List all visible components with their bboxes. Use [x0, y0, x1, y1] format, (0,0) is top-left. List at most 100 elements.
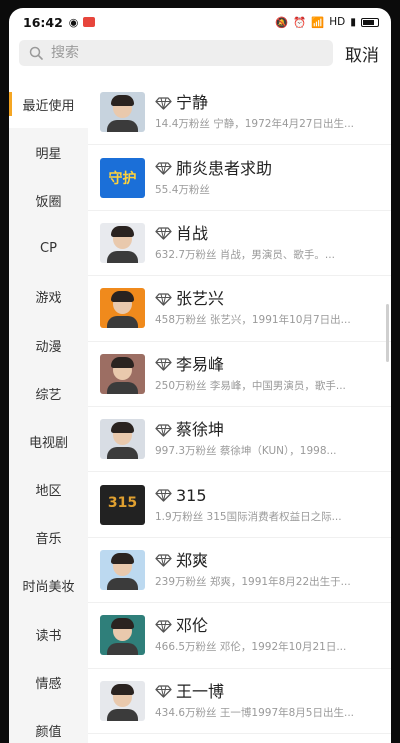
- item-title: 315: [176, 485, 207, 505]
- item-description: 434.6万粉丝 王一博1997年8月5日出生...: [155, 706, 354, 719]
- item-title: 宁静: [176, 93, 209, 113]
- sidebar-item-3[interactable]: CP: [9, 225, 88, 273]
- list-item[interactable]: 张艺兴 458万粉丝 张艺兴，1991年10月7日出...: [88, 276, 391, 342]
- diamond-icon: [155, 97, 172, 110]
- item-title-row: 肖战: [155, 224, 375, 244]
- diamond-icon: [155, 423, 172, 437]
- sidebar-item-8[interactable]: 地区: [9, 466, 88, 514]
- item-description: 458万粉丝 张艺兴，1991年10月7日出...: [155, 314, 351, 327]
- sidebar-item-label: 地区: [35, 484, 62, 500]
- item-title: 张艺兴: [176, 289, 225, 309]
- avatar: [100, 680, 145, 721]
- sidebar-item-6[interactable]: 综艺: [9, 369, 88, 417]
- diamond-icon: [155, 554, 172, 568]
- list-item[interactable]: 王一博 434.6万粉丝 王一博1997年8月5日出生...: [88, 669, 391, 734]
- list-item[interactable]: 郑爽 239万粉丝 郑爽，1991年8月22出生于...: [88, 538, 391, 604]
- sidebar-item-1[interactable]: 明星: [9, 128, 88, 176]
- list-item[interactable]: 宁静 14.4万粉丝 宁静，1972年4月27日出生...: [88, 80, 391, 146]
- sidebar-item-13[interactable]: 颜值: [9, 706, 88, 743]
- diamond-icon: [155, 685, 172, 698]
- item-title: 蔡徐坤: [176, 420, 225, 440]
- item-info: 肖战 632.7万粉丝 肖战，男演员、歌手。...: [155, 224, 375, 262]
- sidebar-item-5[interactable]: 动漫: [9, 321, 88, 369]
- app-badge-icon: [83, 17, 96, 27]
- list-item[interactable]: 蔡徐坤 997.3万粉丝 蔡徐坤（KUN），1998...: [88, 407, 391, 473]
- item-title-row: 李易峰: [155, 355, 375, 375]
- item-info: 郑爽 239万粉丝 郑爽，1991年8月22出生于...: [155, 551, 375, 589]
- item-description: 1.9万粉丝 315国际消费者权益日之际...: [155, 510, 342, 523]
- sidebar-item-label: 颜值: [35, 725, 62, 741]
- cancel-button[interactable]: 取消: [345, 41, 379, 66]
- sidebar-item-label: 电视剧: [28, 435, 68, 451]
- sidebar-item-label: 综艺: [35, 387, 62, 403]
- sidebar-item-label: 饭圈: [35, 194, 62, 210]
- item-description: 55.4万粉丝: [155, 183, 210, 196]
- diamond-icon: [155, 293, 172, 306]
- list-item[interactable]: 李易峰 250万粉丝 李易峰，中国男演员，歌手...: [88, 342, 391, 407]
- diamond-icon: [155, 162, 172, 175]
- item-description: 239万粉丝 郑爽，1991年8月22出生于...: [155, 575, 351, 588]
- item-info: 肺炎患者求助 55.4万粉丝: [155, 159, 375, 197]
- status-bar: 16:42 ◉ 🔕 ⏰ 📶 HD ▮: [9, 8, 391, 36]
- category-sidebar: 最近使用明星饭圈 CP 游戏动漫综艺电视剧地区音乐时尚美妆读书情感颜值: [9, 80, 88, 743]
- item-info: 宁静 14.4万粉丝 宁静，1972年4月27日出生...: [155, 93, 375, 131]
- list-item[interactable]: 315 315 1.9万粉丝 315国际消费者权益日之际...: [88, 472, 391, 538]
- alarm-icon: ⏰: [293, 16, 307, 29]
- list-item[interactable]: 守护 肺炎患者求助 55.4万粉丝: [88, 145, 391, 211]
- sidebar-item-11[interactable]: 读书: [9, 610, 88, 658]
- diamond-icon: [155, 489, 172, 502]
- sidebar-item-9[interactable]: 音乐: [9, 514, 88, 562]
- sidebar-item-label: 音乐: [35, 532, 62, 548]
- avatar-logo-text: 315: [107, 494, 138, 511]
- search-box[interactable]: [19, 40, 333, 66]
- item-title-row: 邓伦: [155, 616, 375, 636]
- item-title-row: 王一博: [155, 682, 375, 702]
- sidebar-item-label: 动漫: [35, 339, 62, 355]
- list-item[interactable]: 邓伦 466.5万粉丝 邓伦，1992年10月21日...: [88, 603, 391, 669]
- avatar: [100, 288, 145, 329]
- status-time: 16:42: [23, 14, 63, 30]
- signal-icon: ▮: [350, 16, 356, 28]
- item-title-row: 宁静: [155, 93, 375, 113]
- sidebar-item-0[interactable]: 最近使用: [9, 80, 88, 129]
- avatar-logo-text: 守护: [108, 170, 137, 187]
- item-description: 997.3万粉丝 蔡徐坤（KUN），1998...: [155, 445, 337, 458]
- sidebar-item-2[interactable]: 饭圈: [9, 176, 88, 224]
- list-item[interactable]: 肖战 632.7万粉丝 肖战，男演员、歌手。...: [88, 211, 391, 277]
- item-info: 邓伦 466.5万粉丝 邓伦，1992年10月21日...: [155, 616, 375, 654]
- avatar: 315: [100, 484, 145, 525]
- avatar: [100, 222, 145, 263]
- battery-icon: [361, 17, 379, 27]
- sidebar-item-label: 最近使用: [22, 98, 75, 114]
- item-title: 王一博: [176, 681, 225, 701]
- item-description: 632.7万粉丝 肖战，男演员、歌手。...: [155, 248, 335, 261]
- item-title-row: 郑爽: [155, 551, 375, 571]
- item-title-row: 肺炎患者求助: [155, 159, 375, 179]
- item-description: 250万粉丝 李易峰，中国男演员，歌手...: [155, 379, 346, 392]
- search-row: 取消: [9, 36, 391, 70]
- item-description: 14.4万粉丝 宁静，1972年4月27日出生...: [155, 118, 354, 131]
- item-title: 肺炎患者求助: [176, 158, 273, 178]
- item-title-row: 张艺兴: [155, 289, 375, 309]
- avatar: [100, 92, 145, 133]
- search-input[interactable]: [49, 44, 303, 62]
- item-info: 王一博 434.6万粉丝 王一博1997年8月5日出生...: [155, 682, 375, 720]
- sidebar-item-12[interactable]: 情感: [9, 658, 88, 706]
- sidebar-item-label: 明星: [35, 146, 62, 162]
- sidebar-item-4[interactable]: 游戏: [9, 273, 88, 321]
- sidebar-item-7[interactable]: 电视剧: [9, 417, 88, 465]
- phone-screen: 16:42 ◉ 🔕 ⏰ 📶 HD ▮ 取消 最近使用明星饭圈 CP 游戏动漫综艺电视…: [9, 8, 391, 743]
- topic-list: 宁静 14.4万粉丝 宁静，1972年4月27日出生... 守护 肺炎患者求助 55.4…: [88, 80, 391, 743]
- item-description: 466.5万粉丝 邓伦，1992年10月21日...: [155, 641, 347, 654]
- sidebar-item-label: 读书: [35, 628, 62, 644]
- scrollbar[interactable]: [386, 304, 389, 362]
- network-label: HD: [329, 16, 346, 28]
- sidebar-item-10[interactable]: 时尚美妆: [9, 562, 88, 610]
- item-title-row: 315: [155, 486, 375, 506]
- item-info: 李易峰 250万粉丝 李易峰，中国男演员，歌手...: [155, 355, 375, 393]
- content-area: 最近使用明星饭圈 CP 游戏动漫综艺电视剧地区音乐时尚美妆读书情感颜值 宁静 14.4…: [9, 80, 391, 743]
- sidebar-item-label: 游戏: [35, 291, 62, 307]
- item-title-row: 蔡徐坤: [155, 420, 375, 440]
- avatar: [100, 353, 145, 394]
- item-info: 蔡徐坤 997.3万粉丝 蔡徐坤（KUN），1998...: [155, 420, 375, 458]
